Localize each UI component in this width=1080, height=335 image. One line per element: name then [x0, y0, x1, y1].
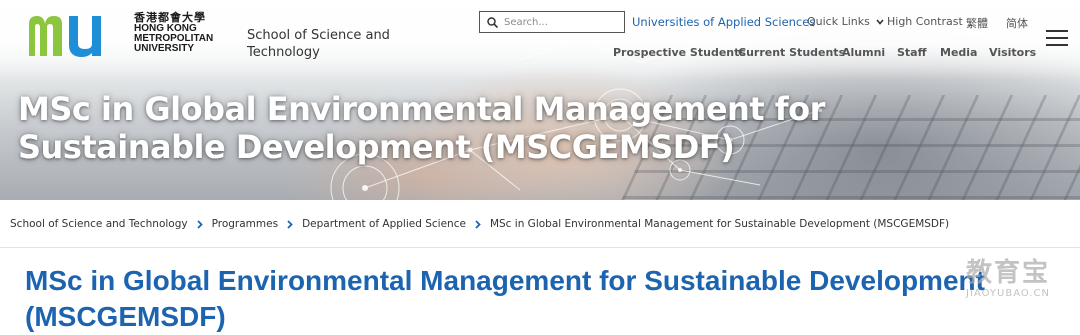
simplified-chinese-link[interactable]: 简体: [1006, 15, 1028, 31]
search-box[interactable]: [479, 11, 625, 33]
chevron-right-icon: [287, 219, 293, 229]
university-logo-mark: [29, 16, 101, 57]
high-contrast-toggle[interactable]: High Contrast: [887, 15, 963, 28]
chevron-right-icon: [196, 219, 203, 229]
nav-staff[interactable]: Staff: [897, 46, 927, 59]
university-name-en-line-3: UNIVERSITY: [134, 43, 195, 54]
page-title: MSc in Global Environmental Management f…: [25, 265, 985, 332]
nav-prospective-students[interactable]: Prospective Students: [613, 46, 746, 59]
search-icon: [487, 16, 498, 28]
chevron-down-icon: [876, 18, 884, 25]
hamburger-menu-icon[interactable]: [1046, 30, 1068, 46]
search-input[interactable]: [504, 16, 614, 28]
watermark-cn: 教育宝: [965, 258, 1050, 288]
school-name-link[interactable]: School of Science and Technology: [247, 27, 397, 61]
breadcrumb: School of Science and Technology Program…: [0, 201, 1080, 248]
watermark-en: JIAOYUBAO.CN: [966, 288, 1050, 299]
breadcrumb-item-school[interactable]: School of Science and Technology: [10, 218, 188, 230]
quick-links-label: Quick Links: [807, 15, 870, 28]
traditional-chinese-link[interactable]: 繁體: [966, 15, 988, 31]
universities-of-applied-sciences-link[interactable]: Universities of Applied Sciences: [632, 15, 815, 29]
nav-alumni[interactable]: Alumni: [842, 46, 885, 59]
nav-visitors[interactable]: Visitors: [989, 46, 1036, 59]
university-wordmark: 香港都會大學 HONG KONG METROPOLITAN UNIVERSITY: [134, 12, 213, 54]
quick-links-dropdown[interactable]: Quick Links: [807, 15, 884, 28]
hero-title: MSc in Global Environmental Management f…: [18, 90, 825, 166]
chevron-right-icon: [475, 219, 481, 229]
breadcrumb-item-department[interactable]: Department of Applied Science: [302, 218, 466, 230]
nav-current-students[interactable]: Current Students: [738, 46, 845, 59]
breadcrumb-item-current: MSc in Global Environmental Management f…: [489, 218, 950, 230]
nav-media[interactable]: Media: [940, 46, 977, 59]
watermark: 教育宝 JIAOYUBAO.CN: [948, 258, 1068, 300]
breadcrumb-item-programmes[interactable]: Programmes: [212, 218, 278, 230]
